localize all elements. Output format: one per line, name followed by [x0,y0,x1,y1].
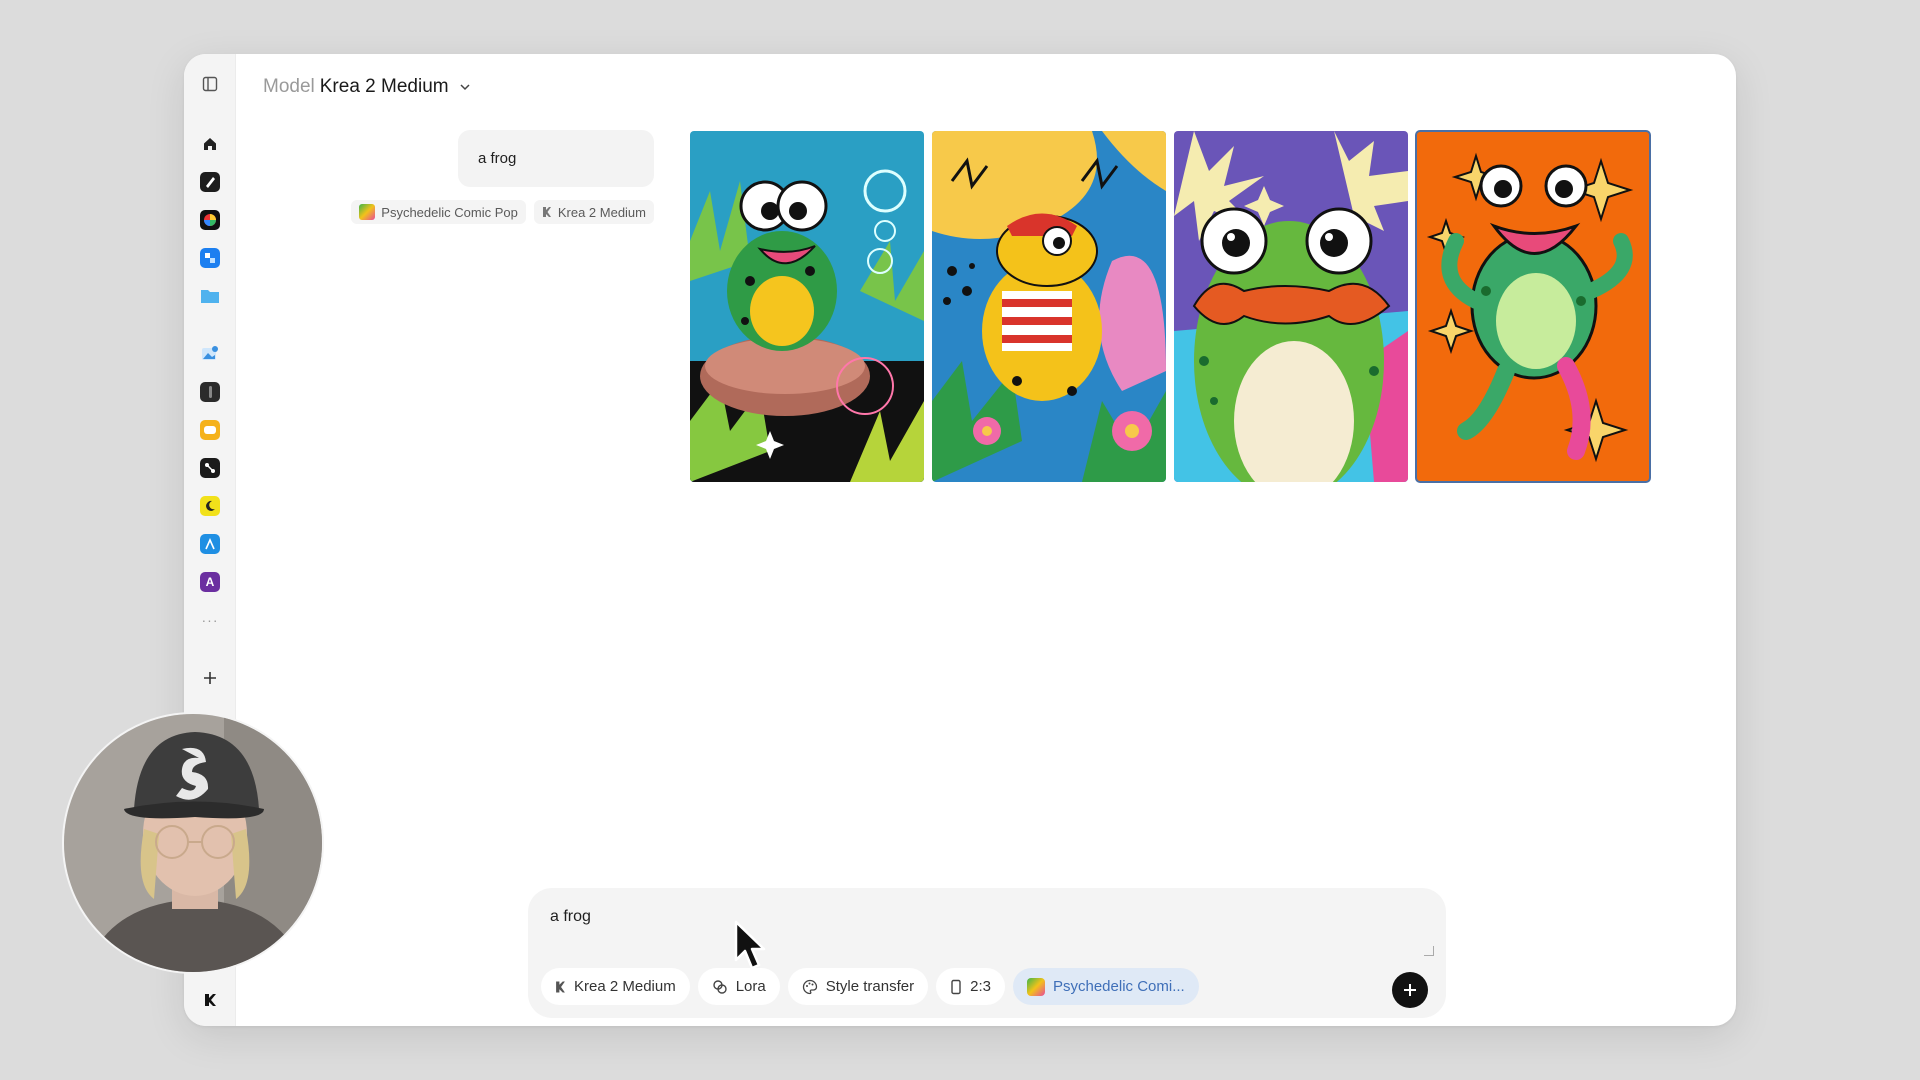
prompt-history-bubble[interactable]: a frog [458,130,654,187]
image-edit-icon[interactable] [199,343,221,365]
aspect-ratio-chip[interactable]: 2:3 [936,968,1005,1005]
model-chip[interactable]: Krea 2 Medium [541,968,690,1005]
style-tag[interactable]: Psychedelic Comic Pop [351,200,526,224]
cube-icon[interactable] [199,247,221,269]
model-value: Krea 2 Medium [319,76,449,97]
chat-icon[interactable] [199,419,221,441]
style-tag-label: Psychedelic Comic Pop [381,204,518,220]
lora-chip[interactable]: Lora [697,968,780,1005]
aspect-ratio-chip-label: 2:3 [970,978,991,995]
model-chip-label: Krea 2 Medium [574,978,676,995]
lora-chip-label: Lora [735,978,766,995]
generated-images [690,130,1651,483]
style-thumbnail-icon [1026,977,1045,996]
video-icon[interactable] [199,381,221,403]
plus-icon[interactable] [199,667,221,689]
style-transfer-chip[interactable]: Style transfer [787,968,929,1005]
prompt-meta-row: Psychedelic Comic Pop Krea 2 Medium [351,200,654,224]
style-chip[interactable]: Psychedelic Comi... [1012,968,1199,1005]
krea-model-icon [542,207,551,217]
webcam-overlay [62,712,324,974]
moon-icon[interactable] [199,495,221,517]
color-wheel-icon[interactable] [199,209,221,231]
resize-grip-icon[interactable] [1424,946,1434,956]
pen-icon[interactable] [199,171,221,193]
vector-icon[interactable] [199,533,221,555]
composer-options: Krea 2 Medium Lora Style transfer 2:3 Ps… [541,968,1199,1005]
style-transfer-chip-label: Style transfer [825,978,915,995]
model-tag[interactable]: Krea 2 Medium [533,200,654,224]
generated-image-frog-on-rock[interactable] [690,131,924,482]
prompt-history-text: a frog [478,150,517,167]
model-label: Model [263,76,315,97]
generated-image-dancing-frog[interactable] [1415,130,1651,483]
lora-icon [713,979,727,994]
more-icon[interactable]: ··· [199,609,221,631]
krea-model-icon [556,981,565,992]
mouse-cursor-icon [734,920,766,970]
plus-icon [1404,984,1416,996]
generate-button[interactable] [1392,972,1428,1008]
folder-icon[interactable] [199,285,221,307]
portrait-icon [951,979,961,994]
home-icon[interactable] [199,133,221,155]
prompt-input[interactable] [540,902,1420,952]
text-icon[interactable]: A [199,571,221,593]
palette-icon [802,979,817,994]
model-selector[interactable]: Model Krea 2 Medium [263,72,472,102]
model-tag-label: Krea 2 Medium [557,204,646,220]
app-window: A ··· Model Krea 2 Medium a frog Psyched… [184,54,1736,1026]
sidebar-toggle-icon[interactable] [199,73,221,95]
nodes-icon[interactable] [199,457,221,479]
generated-image-frog-mustache[interactable] [1174,131,1408,482]
krea-logo-icon[interactable] [199,989,221,1011]
generated-image-frog-striped-shirt[interactable] [932,131,1166,482]
presenter-avatar [64,714,322,972]
prompt-composer: Krea 2 Medium Lora Style transfer 2:3 Ps… [528,888,1446,1018]
chevron-down-icon [460,84,470,91]
style-thumbnail-icon [359,204,376,220]
style-chip-label: Psychedelic Comi... [1052,978,1185,995]
